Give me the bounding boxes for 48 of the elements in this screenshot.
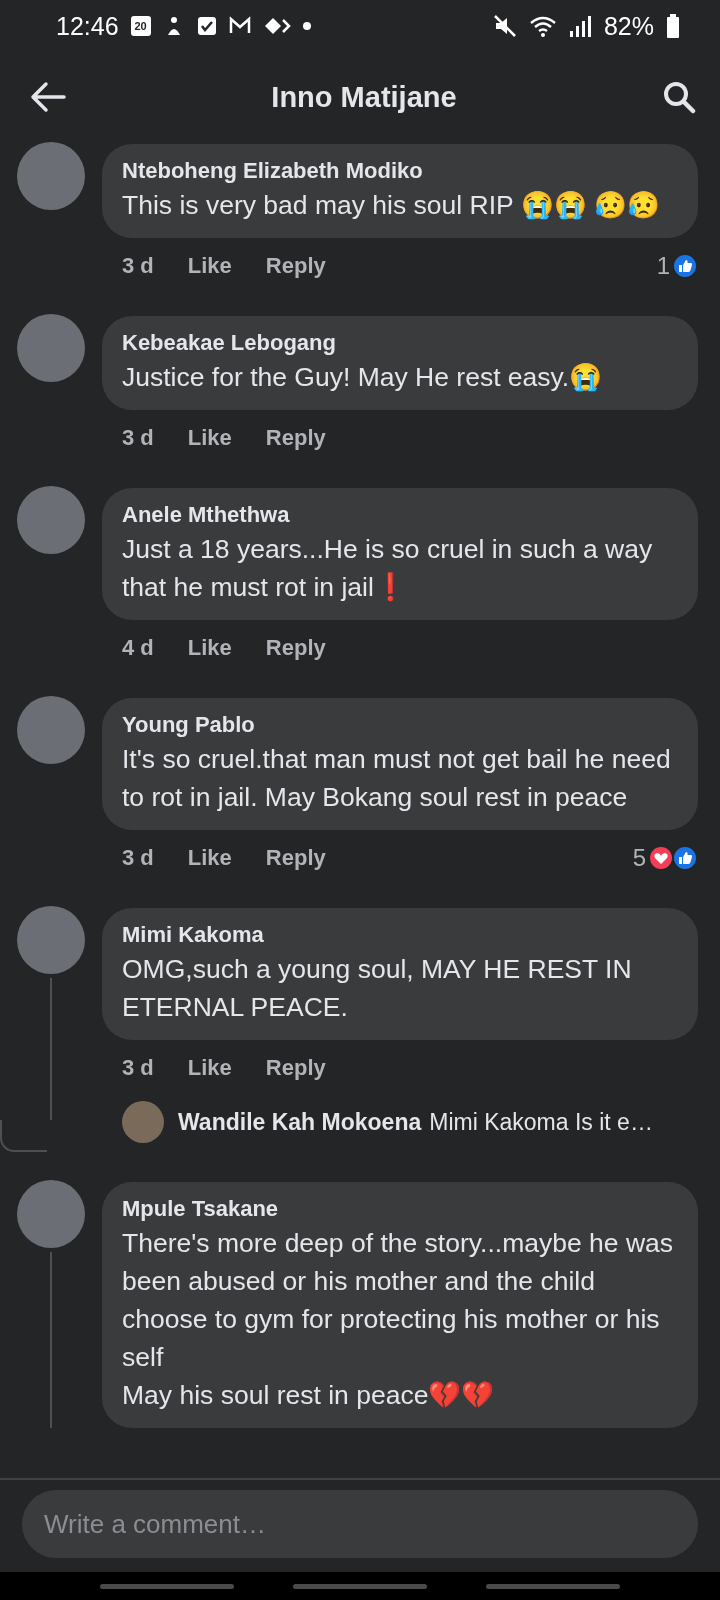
comment-author[interactable]: Kebeakae Lebogang [122, 328, 674, 358]
nav-handle[interactable] [293, 1583, 427, 1589]
avatar[interactable] [122, 1101, 164, 1143]
comment-text: It's so cruel.that man must not get bail he need to rot in jail. May Bokang soul rest in peace [122, 743, 672, 814]
like-link[interactable]: Like [187, 253, 232, 279]
comment-time: 3 d [122, 425, 154, 451]
comment-time: 3 d [122, 845, 154, 871]
checkbox-icon [196, 16, 217, 36]
comment-time: 3 d [122, 1055, 154, 1081]
signal-icon [568, 14, 592, 38]
comment-time: 3 d [122, 253, 154, 279]
calendar-icon: 20 [130, 16, 151, 36]
comment-author[interactable]: Young Pablo [122, 710, 674, 740]
comment-text: There's more deep of the story...maybe he was been abused or his mother and the child choose to gym for protecting his mother or his self May his soul rest in peace💔💔 [122, 1227, 674, 1412]
like-link[interactable]: Like [187, 425, 232, 451]
reply-author[interactable]: Wandile Kah Mokoena [178, 1108, 422, 1136]
nav-handle[interactable] [99, 1583, 234, 1589]
comment-author[interactable]: Mpule Tsakane [122, 1194, 674, 1224]
like-link[interactable]: Like [187, 1055, 232, 1081]
comment-text: OMG,such a young soul, MAY HE REST IN ETERNAL PEACE. [122, 953, 633, 1024]
dot-icon [302, 22, 311, 30]
like-link[interactable]: Like [187, 635, 232, 661]
reply-text: Mimi Kakoma Is it e… [429, 1108, 653, 1136]
reply-link[interactable]: Reply [265, 1055, 326, 1081]
reply-link[interactable]: Reply [265, 253, 326, 279]
thread-line [0, 1120, 47, 1152]
reply-link[interactable]: Reply [265, 425, 326, 451]
page-title: Inno Matijane [270, 80, 458, 114]
like-link[interactable]: Like [187, 845, 232, 871]
wifi-icon [528, 14, 557, 38]
status-time: 12:46 [56, 11, 119, 41]
comment-author[interactable]: Mimi Kakoma [122, 920, 674, 950]
battery-percent: 82% [603, 11, 654, 41]
comment-time: 4 d [122, 635, 154, 661]
battery-icon [666, 14, 680, 38]
nav-handle[interactable] [486, 1583, 621, 1589]
comment-text: Justice for the Guy! May He rest easy.😭 [122, 361, 604, 394]
reaction-count: 5 [632, 844, 646, 872]
comment-author[interactable]: Anele Mthethwa [122, 500, 674, 530]
reaction-count: 1 [656, 252, 670, 280]
reply-link[interactable]: Reply [265, 635, 326, 661]
reply-link[interactable]: Reply [265, 845, 326, 871]
comment-input[interactable]: Write a comment… [22, 1490, 698, 1558]
comment-author[interactable]: Nteboheng Elizabeth Modiko [122, 156, 674, 186]
search-icon[interactable] [662, 80, 696, 114]
comment-text: This is very bad may his soul RIP 😭😭 😥😥 [122, 189, 661, 222]
mute-icon [492, 14, 517, 38]
back-arrow-icon[interactable] [28, 80, 66, 114]
